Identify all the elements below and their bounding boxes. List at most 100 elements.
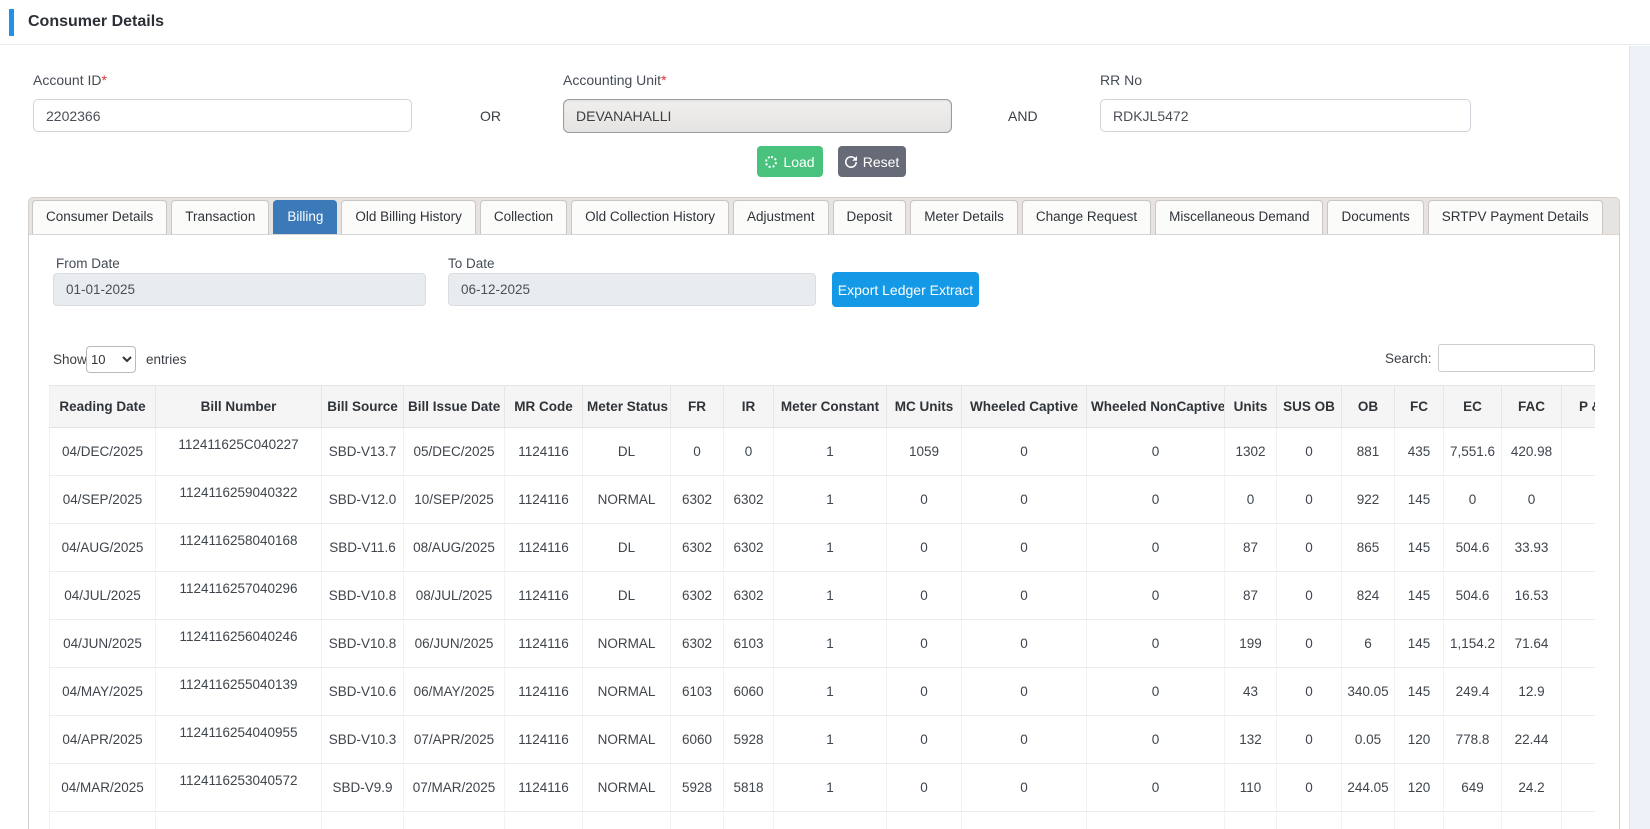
table-cell: NORMAL: [582, 619, 671, 668]
page-size-select[interactable]: 10: [86, 346, 136, 373]
column-header[interactable]: FAC: [1501, 385, 1562, 428]
table-cell: [1394, 811, 1444, 829]
table-cell: [321, 811, 404, 829]
search-input[interactable]: [1438, 344, 1595, 372]
column-header[interactable]: IR: [723, 385, 774, 428]
account-id-input[interactable]: [33, 99, 412, 132]
table-cell: 0: [1443, 475, 1502, 524]
table-cell: 6302: [723, 523, 774, 572]
table-cell: 71.64: [1501, 619, 1562, 668]
tab-transaction[interactable]: Transaction: [171, 200, 270, 234]
table-cell: [1561, 715, 1595, 764]
page-scrollbar[interactable]: [1629, 46, 1650, 829]
refresh-icon: [844, 155, 857, 168]
table-cell: 0: [1086, 763, 1225, 812]
table-cell: 0: [1276, 427, 1342, 476]
column-header[interactable]: Bill Source: [321, 385, 404, 428]
column-header[interactable]: P &: [1561, 385, 1595, 428]
required-asterisk: *: [101, 72, 107, 88]
tab-bar: Consumer Details Transaction Billing Old Bi…: [29, 198, 1619, 235]
table-cell: 1124116: [504, 715, 583, 764]
table-cell: 04/DEC/2025: [49, 427, 156, 476]
table-cell: [773, 811, 887, 829]
column-header[interactable]: Meter Constant: [773, 385, 887, 428]
table-cell: 04/MAR/2025: [49, 763, 156, 812]
tab-miscellaneous-demand[interactable]: Miscellaneous Demand: [1155, 200, 1324, 234]
table-cell: 865: [1341, 523, 1395, 572]
table-cell: NORMAL: [582, 763, 671, 812]
tab-billing[interactable]: Billing: [273, 200, 338, 234]
column-header[interactable]: OB: [1341, 385, 1395, 428]
column-header[interactable]: FR: [670, 385, 724, 428]
from-date-label: From Date: [56, 256, 120, 271]
table-cell: 0: [961, 523, 1087, 572]
tab-srtpv-payment-details[interactable]: SRTPV Payment Details: [1427, 200, 1603, 234]
tab-change-request[interactable]: Change Request: [1021, 200, 1152, 234]
table-cell: 06/JUN/2025: [403, 619, 505, 668]
table-cell: [1561, 523, 1595, 572]
table-cell: 1: [773, 571, 887, 620]
rr-no-input[interactable]: [1100, 99, 1471, 132]
reset-button[interactable]: Reset: [838, 146, 906, 177]
accounting-unit-combobox[interactable]: DEVANAHALLI: [563, 99, 952, 133]
table-cell: 6302: [670, 475, 724, 524]
table-cell: 08/JUL/2025: [403, 571, 505, 620]
table-cell: SBD-V12.0: [321, 475, 404, 524]
column-header[interactable]: Bill Number: [155, 385, 322, 428]
table-cell: 6103: [723, 619, 774, 668]
table-cell: 0: [886, 475, 962, 524]
table-cell: 6302: [670, 571, 724, 620]
table-cell: 04/SEP/2025: [49, 475, 156, 524]
tab-documents[interactable]: Documents: [1327, 200, 1424, 234]
tab-old-collection-history[interactable]: Old Collection History: [571, 200, 729, 234]
table-cell: 0: [886, 619, 962, 668]
table-cell: 0: [723, 427, 774, 476]
table-cell: 04/APR/2025: [49, 715, 156, 764]
column-header[interactable]: SUS OB: [1276, 385, 1342, 428]
column-header[interactable]: Units: [1224, 385, 1277, 428]
to-date-input[interactable]: [448, 273, 816, 306]
table-cell: [155, 811, 322, 829]
table-cell: DL: [582, 571, 671, 620]
column-header[interactable]: FC: [1394, 385, 1444, 428]
rr-no-label: RR No: [1100, 72, 1143, 88]
table-cell: 0: [1276, 619, 1342, 668]
tab-old-billing-history[interactable]: Old Billing History: [341, 200, 476, 234]
table-cell: 0: [1276, 523, 1342, 572]
column-header[interactable]: Wheeled Captive: [961, 385, 1087, 428]
table-cell: 08/AUG/2025: [403, 523, 505, 572]
table-cell: 6302: [723, 571, 774, 620]
table-cell: 0: [886, 667, 962, 716]
column-header[interactable]: Wheeled NonCaptive: [1086, 385, 1225, 428]
table-header-row: Reading Date Bill Number Bill Source Bill I…: [49, 385, 1595, 428]
column-header[interactable]: MC Units: [886, 385, 962, 428]
table-row: 04/JUN/2025 1124116256040246 SBD-V10.8 06/J…: [49, 619, 1595, 668]
export-ledger-button[interactable]: Export Ledger Extract: [832, 272, 979, 307]
tab-adjustment[interactable]: Adjustment: [732, 200, 829, 234]
tab-deposit[interactable]: Deposit: [832, 200, 907, 234]
column-header[interactable]: MR Code: [504, 385, 583, 428]
table-cell: 5928: [670, 763, 724, 812]
table-cell: 1: [773, 667, 887, 716]
table-cell: 0: [1086, 619, 1225, 668]
table-cell: [1561, 667, 1595, 716]
table-cell: 1059: [886, 427, 962, 476]
table-cell: 112411625C040227: [155, 427, 322, 476]
table-cell: 1124116: [504, 427, 583, 476]
table-cell: 0: [1086, 667, 1225, 716]
tab-meter-details[interactable]: Meter Details: [910, 200, 1018, 234]
column-header[interactable]: Bill Issue Date: [403, 385, 505, 428]
tab-collection[interactable]: Collection: [479, 200, 568, 234]
table-cell: 145: [1394, 475, 1444, 524]
column-header[interactable]: EC: [1443, 385, 1502, 428]
table-cell: 0: [961, 667, 1087, 716]
from-date-input[interactable]: [53, 273, 426, 306]
tab-consumer-details[interactable]: Consumer Details: [32, 200, 168, 234]
table-cell: 0: [1086, 715, 1225, 764]
column-header[interactable]: Reading Date: [49, 385, 156, 428]
table-cell: 0: [961, 427, 1087, 476]
table-cell: 145: [1394, 523, 1444, 572]
table-cell: [1561, 811, 1595, 829]
column-header[interactable]: Meter Status: [582, 385, 671, 428]
load-button[interactable]: Load: [757, 146, 823, 177]
